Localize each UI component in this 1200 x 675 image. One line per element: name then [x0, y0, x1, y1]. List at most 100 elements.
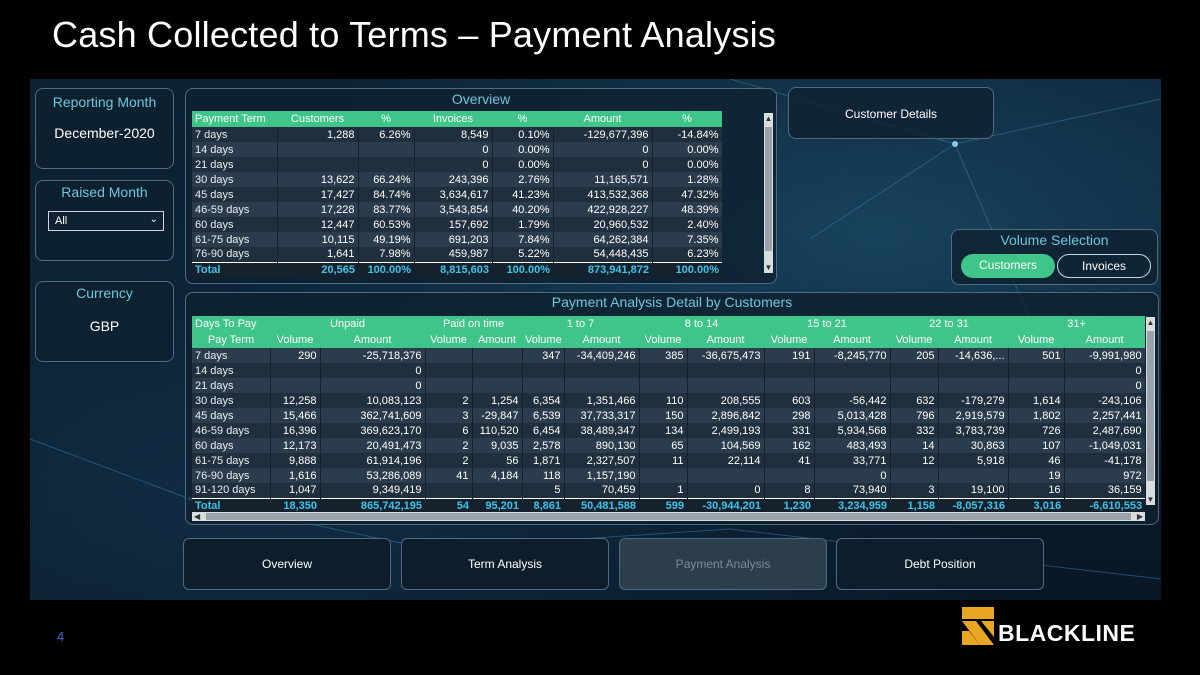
table-row-cell: 331 — [764, 423, 815, 438]
table-row-cell — [472, 363, 523, 378]
table-row-cell: 2,578 — [522, 438, 565, 453]
table-row-cell: 12,173 — [270, 438, 321, 453]
raised-month-dropdown[interactable]: All ⌄ — [48, 211, 164, 231]
overview-scrollbar[interactable]: ▲ ▼ — [764, 113, 773, 273]
table-row-cell: 54,448,435 — [553, 247, 653, 262]
table-row-cell: 0 — [320, 378, 426, 393]
table-row-cell: 3 — [890, 483, 939, 498]
table-row-cell: 14 days — [192, 142, 278, 157]
detail-group-header: 8 to 14 — [639, 316, 765, 332]
table-row: 30 days 13,622 66.24% 243,396 2.76% 11,165,57… — [192, 172, 722, 187]
table-row-cell: 1.79% — [492, 217, 554, 232]
overview-scroll-thumb[interactable] — [765, 127, 772, 251]
table-row: 14 days 0 0 — [192, 363, 1145, 378]
scroll-down-icon[interactable]: ▼ — [1146, 495, 1155, 504]
table-row-cell: 8 — [764, 483, 815, 498]
detail-total-row-cell: -30,944,201 — [687, 497, 765, 512]
table-row-cell: 45 days — [192, 408, 271, 423]
detail-total-row-cell: -8,057,316 — [938, 497, 1009, 512]
table-row-cell: 162 — [764, 438, 815, 453]
table-row-cell — [639, 468, 688, 483]
table-row-cell: 347 — [522, 348, 565, 363]
table-row-cell: 5.22% — [492, 247, 554, 262]
table-row-cell — [687, 363, 765, 378]
currency-value: GBP — [89, 318, 120, 334]
table-row-cell: 5,918 — [938, 453, 1009, 468]
detail-scrollbar-horizontal[interactable]: ◀ ▶ — [192, 512, 1145, 521]
overview-total-row-cell: 20,565 — [277, 261, 358, 277]
detail-total-row-cell: 18,350 — [270, 497, 320, 512]
table-row-cell: 107 — [1008, 438, 1065, 453]
table-row: 7 days 290 -25,718,376 347 -34,409,246 385 -36… — [192, 348, 1145, 363]
blackline-logo-icon — [962, 607, 994, 645]
table-row-cell: 243,396 — [414, 172, 493, 187]
table-row: 61-75 days 10,115 49.19% 691,203 7.84% 64,262… — [192, 232, 722, 247]
scroll-up-icon[interactable]: ▲ — [764, 114, 773, 123]
table-row-cell — [425, 483, 473, 498]
table-row-cell: 2,327,507 — [564, 453, 640, 468]
volume-customers-toggle[interactable]: Customers — [961, 254, 1055, 278]
table-row-cell: 49.19% — [358, 232, 415, 247]
scroll-down-icon[interactable]: ▼ — [764, 263, 773, 272]
table-row-cell: 19,100 — [938, 483, 1009, 498]
overview-header-row-cell: % — [492, 111, 553, 127]
table-row-cell: 0 — [687, 483, 765, 498]
table-row-cell: 1,616 — [270, 468, 321, 483]
table-row-cell: 5 — [522, 483, 565, 498]
table-row-cell — [890, 378, 939, 393]
table-row-cell: 11 — [639, 453, 688, 468]
nav-overview-button[interactable]: Overview — [183, 538, 391, 590]
table-row-cell: 46-59 days — [192, 423, 271, 438]
nav-payment-analysis-button[interactable]: Payment Analysis — [619, 538, 827, 590]
detail-total-row-cell: 3,234,959 — [814, 497, 891, 512]
table-row: 46-59 days 17,228 83.77% 3,543,854 40.20% 422… — [192, 202, 722, 217]
table-row-cell — [1008, 378, 1065, 393]
table-row-cell: -29,847 — [472, 408, 523, 423]
table-row-cell: 66.24% — [358, 172, 415, 187]
table-row-cell: 890,130 — [564, 438, 640, 453]
slide-title: Cash Collected to Terms – Payment Analys… — [52, 14, 777, 55]
table-row-cell: 14 days — [192, 363, 271, 378]
table-row-cell: 0.00% — [492, 157, 554, 172]
detail-subheader-row-cell: Volume — [425, 332, 473, 348]
table-row-cell: 2,499,193 — [687, 423, 765, 438]
table-row-cell — [425, 348, 473, 363]
table-row-cell: 796 — [890, 408, 939, 423]
table-row-cell: 0 — [553, 157, 653, 172]
scroll-up-icon[interactable]: ▲ — [1146, 318, 1155, 327]
scroll-right-icon[interactable]: ▶ — [1137, 512, 1143, 521]
detail-total-row-cell: -6,610,553 — [1064, 497, 1145, 512]
detail-total-row-cell: 1,158 — [890, 497, 939, 512]
table-row-cell: 70,459 — [564, 483, 640, 498]
table-row-cell: 13,622 — [277, 172, 359, 187]
table-row-cell: 1,641 — [277, 247, 359, 262]
table-row-cell: 2.40% — [652, 217, 722, 232]
overview-total-row-cell: 100.00% — [492, 261, 553, 277]
table-row-cell: 2,487,690 — [1064, 423, 1145, 438]
table-row-cell: 64,262,384 — [553, 232, 653, 247]
table-row-cell: 0 — [414, 157, 493, 172]
table-row-cell: 1,288 — [277, 127, 359, 142]
scroll-left-icon[interactable]: ◀ — [194, 512, 200, 521]
table-row-cell: 21 days — [192, 157, 278, 172]
overview-header-row-cell: Customers — [277, 111, 358, 127]
detail-group-header-row: Days To Pay Unpaid Paid on time 1 to 78 to … — [192, 316, 1145, 332]
volume-invoices-toggle[interactable]: Invoices — [1057, 254, 1151, 278]
detail-group-header: 22 to 31 — [890, 316, 1009, 332]
table-row-cell: 6.26% — [358, 127, 415, 142]
table-row-cell: 7.84% — [492, 232, 554, 247]
table-row-cell: 632 — [890, 393, 939, 408]
nav-term-analysis-button[interactable]: Term Analysis — [401, 538, 609, 590]
detail-scrollbar-vertical[interactable]: ▲ ▼ — [1146, 317, 1155, 505]
customer-details-button[interactable]: Customer Details — [788, 87, 994, 139]
detail-scroll-thumb-vertical[interactable] — [1147, 331, 1154, 481]
table-row-cell: -8,245,770 — [814, 348, 891, 363]
table-row-cell: 61,914,196 — [320, 453, 426, 468]
nav-debt-position-button[interactable]: Debt Position — [836, 538, 1044, 590]
table-row-cell: 12,447 — [277, 217, 359, 232]
detail-scroll-thumb-horizontal[interactable] — [206, 513, 1131, 520]
table-row-cell: -243,106 — [1064, 393, 1145, 408]
detail-group-header: 15 to 21 — [764, 316, 891, 332]
detail-total-row-cell: 8,861 — [522, 497, 565, 512]
raised-month-card: Raised Month All ⌄ — [35, 180, 174, 261]
